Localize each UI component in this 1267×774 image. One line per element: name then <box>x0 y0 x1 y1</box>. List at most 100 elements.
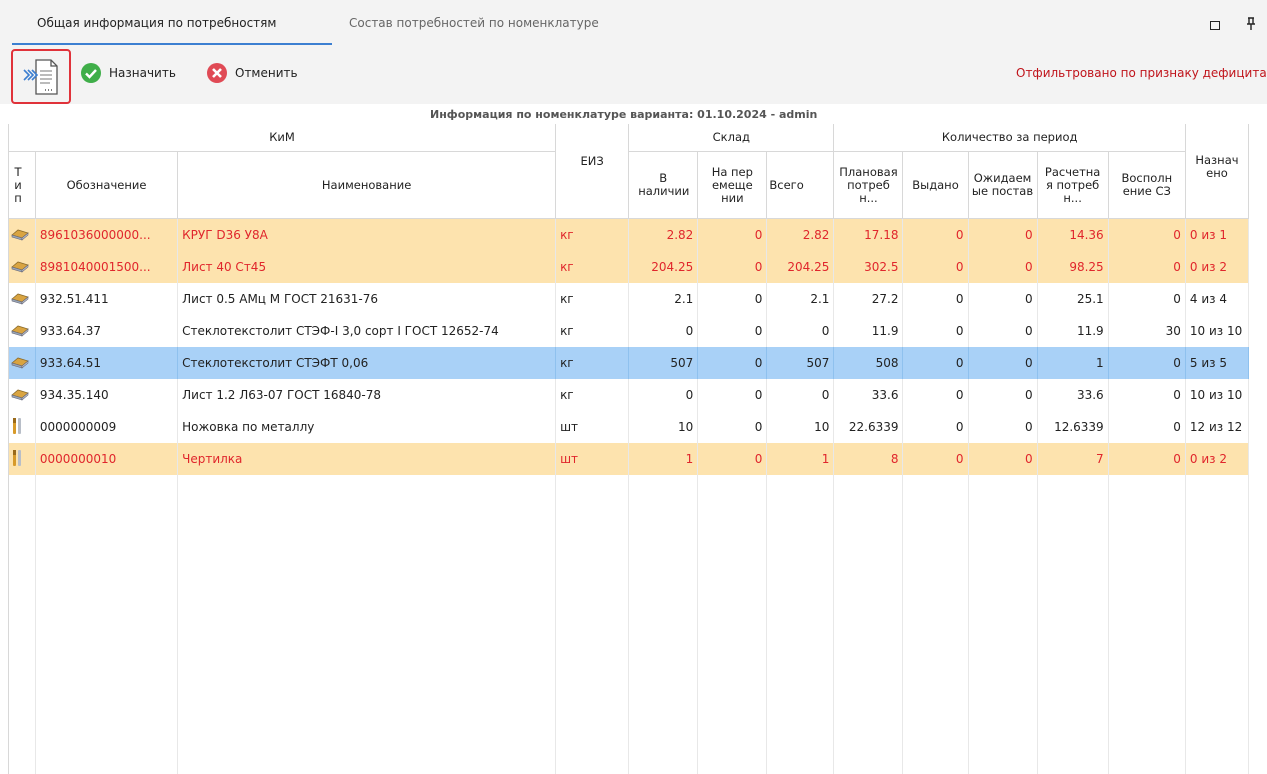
assign-button[interactable]: Назначить <box>80 62 176 84</box>
table-row[interactable]: 934.35.140 Лист 1.2 Л63-07 ГОСТ 16840-78 к… <box>9 379 1249 411</box>
header-eiz[interactable]: ЕИЗ <box>555 124 630 219</box>
cell-replenish[interactable]: 0 <box>1108 283 1186 315</box>
cell-calculated[interactable]: 25.1 <box>1037 283 1109 315</box>
cell-assigned[interactable]: 5 из 5 <box>1185 347 1249 379</box>
cancel-button[interactable]: Отменить <box>206 62 298 84</box>
cell-issued[interactable]: 0 <box>902 283 969 315</box>
cell-eiz[interactable]: кг <box>555 315 630 347</box>
cell-issued[interactable]: 0 <box>902 315 969 347</box>
cell-designation[interactable]: 8981040001500... <box>35 251 179 283</box>
cell-planned[interactable]: 27.2 <box>833 283 904 315</box>
cell-name[interactable]: Чертилка <box>177 443 557 475</box>
cell-expected[interactable]: 0 <box>968 251 1038 283</box>
cell-eiz[interactable]: кг <box>555 218 630 251</box>
header-designation[interactable]: Обозначение <box>35 151 179 219</box>
cell-planned[interactable]: 508 <box>833 347 904 379</box>
header-planned[interactable]: Плановая потребн... <box>833 151 904 219</box>
cell-in-transit[interactable]: 0 <box>697 283 768 315</box>
table-row[interactable]: 933.64.37 Стеклотекстолит СТЭФ-I 3,0 сорт… <box>9 315 1249 347</box>
cell-designation[interactable]: 933.64.37 <box>35 315 179 347</box>
cell-total[interactable]: 0 <box>766 315 835 347</box>
header-replenish[interactable]: Восполнение СЗ <box>1108 151 1186 219</box>
cell-issued[interactable]: 0 <box>902 347 969 379</box>
table-row[interactable]: 933.64.51 Стеклотекстолит СТЭФТ 0,06 кг 507… <box>9 347 1249 379</box>
cell-issued[interactable]: 0 <box>902 251 969 283</box>
pin-icon[interactable] <box>1246 17 1258 30</box>
cell-assigned[interactable]: 12 из 12 <box>1185 411 1249 443</box>
cell-in-transit[interactable]: 0 <box>697 218 768 251</box>
cell-calculated[interactable]: 7 <box>1037 443 1109 475</box>
cell-eiz[interactable]: кг <box>555 347 630 379</box>
cell-planned[interactable]: 22.6339 <box>833 411 904 443</box>
cell-calculated[interactable]: 98.25 <box>1037 251 1109 283</box>
cell-planned[interactable]: 302.5 <box>833 251 904 283</box>
cell-in-transit[interactable]: 0 <box>697 379 768 411</box>
restore-window-icon[interactable] <box>1210 21 1220 30</box>
cell-designation[interactable]: 0000000009 <box>35 411 179 443</box>
cell-total[interactable]: 10 <box>766 411 835 443</box>
cell-calculated[interactable]: 1 <box>1037 347 1109 379</box>
cell-issued[interactable]: 0 <box>902 411 969 443</box>
cell-designation[interactable]: 8961036000000... <box>35 218 179 251</box>
cell-expected[interactable]: 0 <box>968 283 1038 315</box>
header-expected[interactable]: Ожидаемые поставк... <box>968 151 1038 219</box>
header-calculated[interactable]: Расчетная потребн... <box>1037 151 1109 219</box>
cell-eiz[interactable]: кг <box>555 379 630 411</box>
cell-issued[interactable]: 0 <box>902 218 969 251</box>
cell-planned[interactable]: 11.9 <box>833 315 904 347</box>
header-issued[interactable]: Выдано <box>902 151 969 219</box>
cell-total[interactable]: 2.82 <box>766 218 835 251</box>
cell-assigned[interactable]: 0 из 1 <box>1185 218 1249 251</box>
cell-in-stock[interactable]: 1 <box>628 443 699 475</box>
cell-name[interactable]: Стеклотекстолит СТЭФ-I 3,0 сорт I ГОСТ 1… <box>177 315 557 347</box>
cell-expected[interactable]: 0 <box>968 315 1038 347</box>
cell-in-transit[interactable]: 0 <box>697 251 768 283</box>
cell-calculated[interactable]: 12.6339 <box>1037 411 1109 443</box>
cell-calculated[interactable]: 11.9 <box>1037 315 1109 347</box>
cell-assigned[interactable]: 10 из 10 <box>1185 379 1249 411</box>
cell-in-stock[interactable]: 10 <box>628 411 699 443</box>
cell-replenish[interactable]: 0 <box>1108 443 1186 475</box>
cell-expected[interactable]: 0 <box>968 379 1038 411</box>
cell-in-stock[interactable]: 0 <box>628 315 699 347</box>
cell-in-transit[interactable]: 0 <box>697 411 768 443</box>
table-row[interactable]: 0000000010 Чертилка шт 1 0 1 8 0 0 7 0 0 из 2 <box>9 443 1249 475</box>
header-type[interactable]: Тип <box>9 151 36 219</box>
cell-eiz[interactable]: кг <box>555 283 630 315</box>
cell-total[interactable]: 0 <box>766 379 835 411</box>
header-assigned[interactable]: Назначено <box>1185 124 1249 219</box>
cell-calculated[interactable]: 14.36 <box>1037 218 1109 251</box>
cell-eiz[interactable]: шт <box>555 443 630 475</box>
cell-designation[interactable]: 933.64.51 <box>35 347 179 379</box>
cell-replenish[interactable]: 0 <box>1108 347 1186 379</box>
header-in-stock[interactable]: В наличии <box>628 151 699 219</box>
cell-name[interactable]: КРУГ D36 У8А <box>177 218 557 251</box>
cell-in-transit[interactable]: 0 <box>697 315 768 347</box>
tab-nomenclature[interactable]: Состав потребностей по номенклатуре <box>345 0 635 44</box>
cell-assigned[interactable]: 0 из 2 <box>1185 443 1249 475</box>
cell-name[interactable]: Лист 1.2 Л63-07 ГОСТ 16840-78 <box>177 379 557 411</box>
cell-expected[interactable]: 0 <box>968 347 1038 379</box>
cell-name[interactable]: Лист 40 Ст45 <box>177 251 557 283</box>
cell-total[interactable]: 507 <box>766 347 835 379</box>
document-action-button[interactable] <box>11 49 71 104</box>
cell-name[interactable]: Лист 0.5 АМц М ГОСТ 21631-76 <box>177 283 557 315</box>
cell-in-stock[interactable]: 2.82 <box>628 218 699 251</box>
cell-designation[interactable]: 934.35.140 <box>35 379 179 411</box>
table-row[interactable]: 8981040001500... Лист 40 Ст45 кг 204.25 0 204… <box>9 251 1249 283</box>
cell-in-transit[interactable]: 0 <box>697 347 768 379</box>
cell-expected[interactable]: 0 <box>968 411 1038 443</box>
cell-issued[interactable]: 0 <box>902 379 969 411</box>
data-grid[interactable]: КиМ ЕИЗ Склад Количество за период Назна… <box>8 124 1249 774</box>
cell-planned[interactable]: 8 <box>833 443 904 475</box>
cell-in-stock[interactable]: 204.25 <box>628 251 699 283</box>
cell-replenish[interactable]: 30 <box>1108 315 1186 347</box>
cell-designation[interactable]: 0000000010 <box>35 443 179 475</box>
cell-planned[interactable]: 17.18 <box>833 218 904 251</box>
table-row[interactable]: 8961036000000... КРУГ D36 У8А кг 2.82 0 2.82 1… <box>9 218 1249 251</box>
cell-assigned[interactable]: 4 из 4 <box>1185 283 1249 315</box>
cell-calculated[interactable]: 33.6 <box>1037 379 1109 411</box>
cell-in-stock[interactable]: 507 <box>628 347 699 379</box>
table-row[interactable]: 932.51.411 Лист 0.5 АМц М ГОСТ 21631-76 кг… <box>9 283 1249 315</box>
cell-replenish[interactable]: 0 <box>1108 379 1186 411</box>
